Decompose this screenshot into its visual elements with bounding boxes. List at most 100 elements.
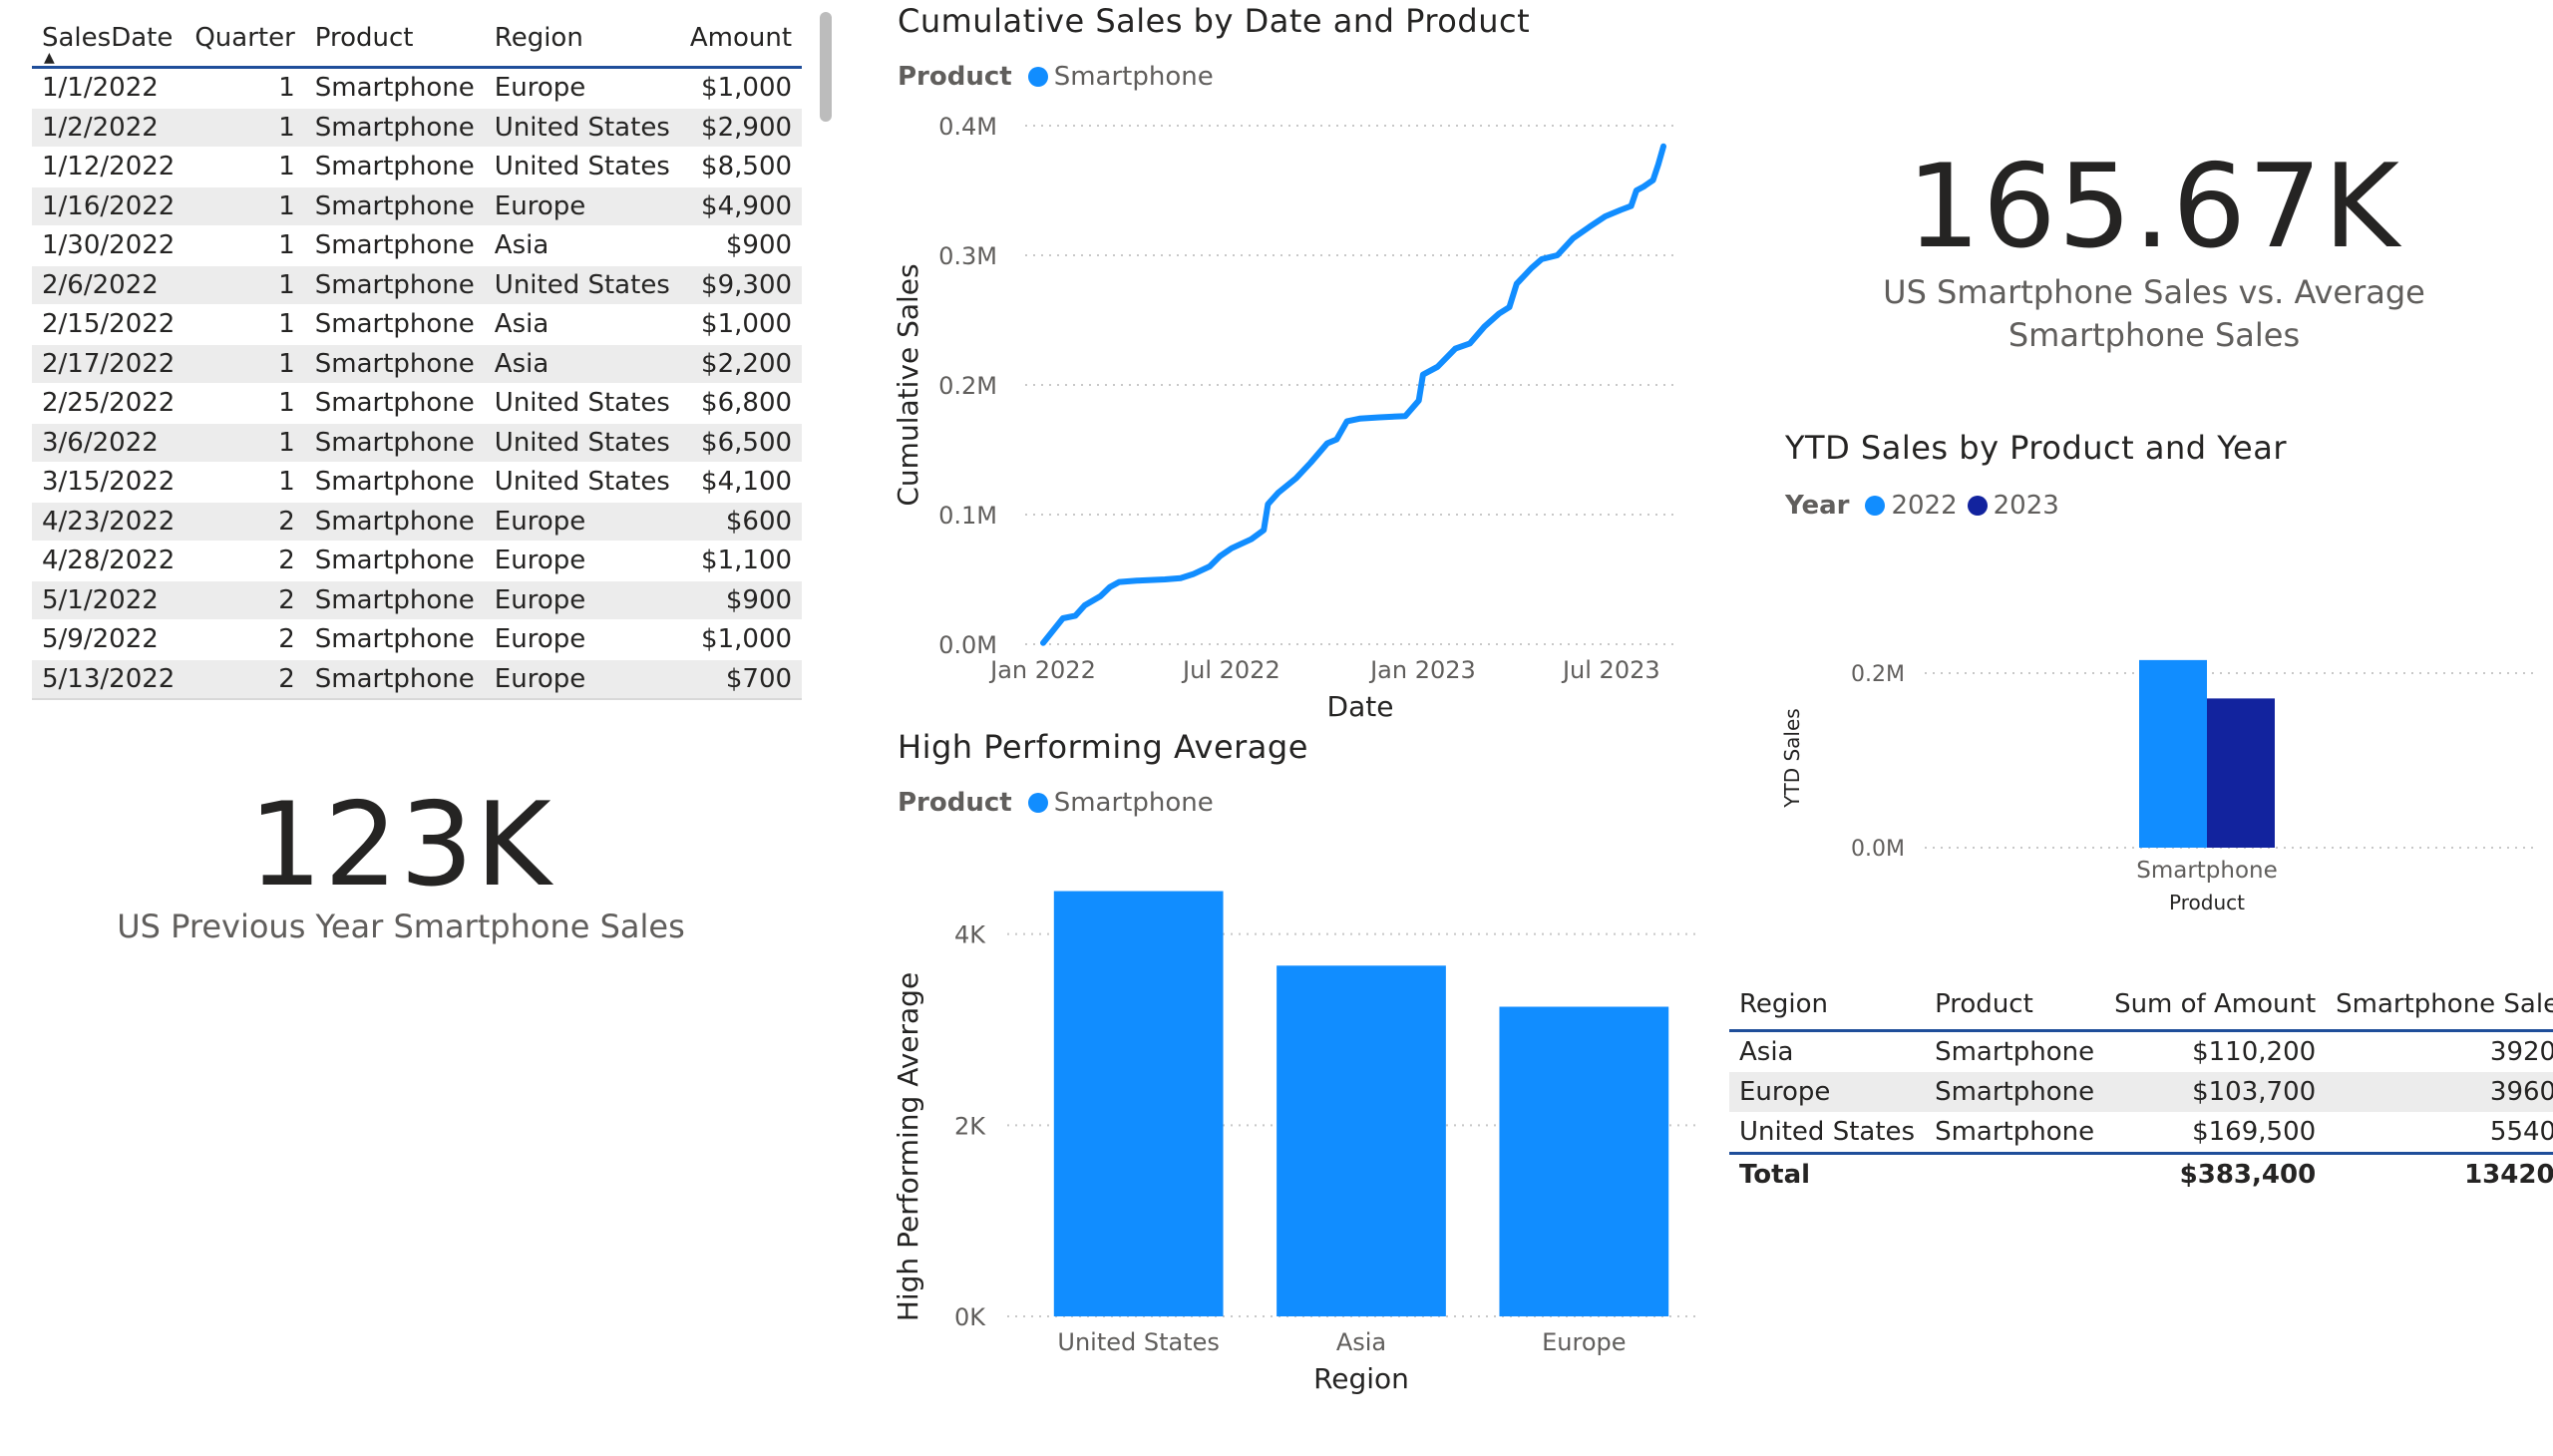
table-cell: Smartphone [304, 225, 485, 266]
y-tick-label: 0.1M [938, 502, 997, 530]
column-header-amount[interactable]: Amount [679, 10, 803, 69]
table-cell: 2/17/2022 [32, 344, 185, 384]
table-cell: 1/12/2022 [32, 147, 185, 187]
prev-year-card-value: 123K [248, 778, 553, 912]
table-row[interactable]: 2/17/2022 1 Smartphone Asia $2,200 [32, 344, 803, 384]
high-performing-bar-chart: 0K 2K 4K United States Asia Europe Region High … [892, 891, 1695, 1395]
table-row[interactable]: 2/6/2022 1 Smartphone United States $9,300 [32, 265, 803, 305]
table-row[interactable]: 2/15/2022 1 Smartphone Asia $1,000 [32, 304, 803, 345]
x-tick-label: Smartphone [2136, 858, 2278, 884]
legend-marker [1865, 496, 1886, 516]
table-row[interactable]: 1/12/2022 1 Smartphone United States $8,500 [32, 147, 803, 187]
table-row[interactable]: 1/1/2022 1 Smartphone Europe $1,000 [32, 67, 803, 109]
x-tick-label: Asia [1336, 1328, 1386, 1356]
column-header-region[interactable]: Region [484, 10, 680, 69]
x-axis-title: Product [2169, 891, 2245, 914]
summary-table-body: AsiaSmartphone$110,20039200EuropeSmartph… [1729, 1031, 2553, 1154]
column-header-label: Amount [689, 23, 793, 53]
table-cell: Europe [484, 67, 680, 109]
table-cell: Asia [1739, 1037, 1794, 1067]
x-axis-title: Region [1313, 1362, 1409, 1395]
bar-2023 [2207, 698, 2275, 848]
table-cell: Europe [484, 619, 680, 660]
table-row[interactable]: 4/23/2022 2 Smartphone Europe $600 [32, 502, 803, 542]
table-cell: 1 [184, 423, 305, 463]
legend-entry-2022[interactable]: 2022 [1865, 491, 1958, 521]
y-tick-label: 0.0M [938, 631, 997, 659]
table-row[interactable]: United States Smartphone $169,500 55400 [1729, 1112, 2553, 1154]
high-performing-chart-legend: Product Smartphone [898, 788, 1224, 818]
table-cell: Smartphone [304, 147, 485, 187]
table-cell: $4,100 [679, 462, 803, 503]
column-header-salesdate[interactable]: SalesDate ▲ [32, 10, 185, 69]
table-row[interactable]: 2/25/2022 1 Smartphone United States $6,800 [32, 383, 803, 424]
high-performing-chart-title: High Performing Average [898, 728, 1308, 766]
table-cell: United States [484, 147, 680, 187]
table-cell: $6,800 [679, 383, 803, 424]
table-row[interactable]: 5/1/2022 2 Smartphone Europe $900 [32, 580, 803, 620]
table-cell: Smartphone [304, 619, 485, 660]
table-cell: 1/1/2022 [32, 67, 185, 109]
legend-entry-2023[interactable]: 2023 [1967, 491, 2059, 521]
column-header-smartphone-sales[interactable]: Smartphone Sales [2326, 979, 2553, 1032]
legend-entry-smartphone[interactable]: Smartphone [1027, 62, 1214, 92]
column-header-sum-of-amount[interactable]: Sum of Amount [2104, 979, 2327, 1032]
table-cell: Smartphone [1935, 1037, 2095, 1067]
table-cell: $110,200 [2192, 1037, 2317, 1067]
table-scrollbar[interactable] [820, 12, 832, 122]
table-cell: Asia [484, 344, 680, 384]
x-axis-title: Date [1327, 690, 1394, 723]
column-header-region[interactable]: Region [1729, 979, 1926, 1032]
table-cell: 2 [184, 659, 305, 700]
table-cell: Europe [1729, 1072, 1926, 1112]
column-header-label: Quarter [194, 23, 295, 53]
column-header-product[interactable]: Product [1925, 979, 2105, 1032]
table-header-row: Region Product Sum of Amount Smartphone … [1729, 979, 2553, 1032]
table-row[interactable]: 4/28/2022 2 Smartphone Europe $1,100 [32, 541, 803, 581]
ytd-sales-bar-chart: 0.0M 0.2M Smartphone Product YTD Sales [1780, 659, 2533, 914]
table-row[interactable]: 5/9/2022 2 Smartphone Europe $1,000 [32, 619, 803, 660]
table-cell: 1/16/2022 [32, 186, 185, 226]
y-tick-label: 0.0M [1851, 837, 1905, 862]
table-row[interactable]: 1/2/2022 1 Smartphone United States $2,900 [32, 108, 803, 148]
bar-2022 [2139, 659, 2207, 848]
table-cell: 1 [184, 67, 305, 109]
table-cell: United States [484, 423, 680, 463]
table-row[interactable]: 3/6/2022 1 Smartphone United States $6,500 [32, 423, 803, 463]
table-row[interactable]: Asia Smartphone $110,200 39200 [1729, 1031, 2553, 1073]
prev-year-card-label: US Previous Year Smartphone Sales [117, 908, 685, 945]
table-cell: 1 [184, 304, 305, 345]
legend-label: Smartphone [1053, 62, 1214, 92]
y-axis-title: YTD Sales [1780, 708, 1804, 808]
table-cell: United States [484, 383, 680, 424]
legend-label: Smartphone [1053, 788, 1214, 818]
table-total-row: Total $383,400 134200 [1729, 1152, 2553, 1195]
table-cell: Smartphone [304, 423, 485, 463]
table-cell: $900 [679, 225, 803, 266]
table-row[interactable]: 1/16/2022 1 Smartphone Europe $4,900 [32, 186, 803, 226]
x-tick-label: United States [1057, 1328, 1220, 1356]
column-header-label: Product [314, 23, 414, 53]
table-row[interactable]: EuropeSmartphone$103,70039600 [1729, 1072, 2553, 1112]
column-header-quarter[interactable]: Quarter [184, 10, 305, 69]
table-cell: Smartphone [304, 304, 485, 345]
series-line-smartphone [1040, 143, 1666, 646]
table-cell: 5/9/2022 [32, 619, 185, 660]
table-cell: $600 [679, 502, 803, 542]
table-cell: $4,900 [679, 186, 803, 226]
table-cell: 2 [184, 580, 305, 620]
legend-title: Product [898, 788, 1012, 818]
table-cell: United States [484, 108, 680, 148]
column-header-product[interactable]: Product [304, 10, 485, 69]
table-row[interactable]: 5/13/2022 2 Smartphone Europe $700 [32, 659, 803, 700]
table-cell: $6,500 [679, 423, 803, 463]
y-tick-label: 0.4M [938, 113, 997, 141]
table-cell: Europe [484, 541, 680, 581]
table-row[interactable]: 1/30/2022 1 Smartphone Asia $900 [32, 225, 803, 266]
y-tick-label: 4K [954, 921, 986, 949]
table-cell: $700 [679, 659, 803, 700]
legend-entry-smartphone[interactable]: Smartphone [1027, 788, 1214, 818]
table-row[interactable]: 3/15/2022 1 Smartphone United States $4,100 [32, 462, 803, 503]
y-tick-label: 0.2M [1851, 662, 1905, 687]
ytd-chart-title: YTD Sales by Product and Year [1785, 429, 2287, 467]
